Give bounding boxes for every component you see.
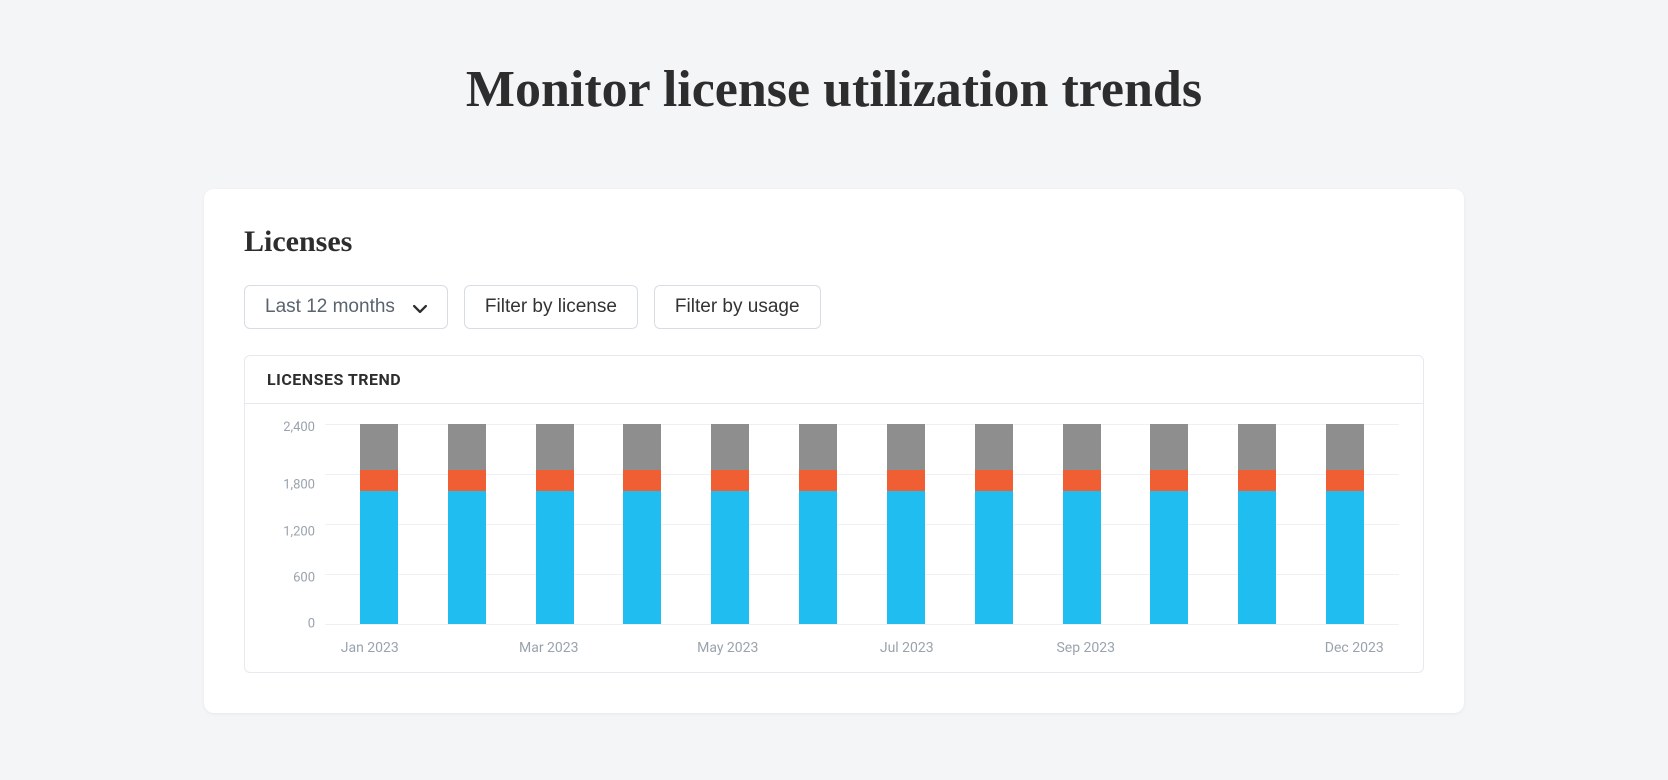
chart-panel-header: LICENSES TREND — [245, 356, 1423, 404]
y-tick-label: 0 — [308, 617, 315, 632]
bar-segment — [887, 470, 925, 491]
bar[interactable] — [1326, 424, 1364, 624]
bar[interactable] — [887, 424, 925, 624]
bar-segment — [711, 491, 749, 624]
x-tick-label: Dec 2023 — [1325, 640, 1384, 656]
bar-segment — [1326, 491, 1364, 624]
bar[interactable] — [1150, 424, 1188, 624]
y-axis: 2,4001,8001,2006000 — [269, 424, 325, 624]
page-title: Monitor license utilization trends — [0, 60, 1668, 119]
filter-by-license-label: Filter by license — [485, 296, 617, 318]
x-tick-label: Jan 2023 — [341, 640, 399, 656]
bar-segment — [360, 424, 398, 470]
bar-segment — [1238, 470, 1276, 491]
y-tick-label: 600 — [293, 570, 315, 585]
bar-segment — [1063, 470, 1101, 491]
y-tick-label: 2,400 — [283, 420, 315, 435]
bar-segment — [887, 491, 925, 624]
bar-segment — [799, 470, 837, 491]
bar-segment — [360, 491, 398, 624]
bar-segment — [975, 424, 1013, 470]
licenses-card: Licenses Last 12 months Filter by licens… — [204, 189, 1464, 713]
controls-row: Last 12 months Filter by license Filter … — [244, 285, 1424, 329]
bar[interactable] — [1238, 424, 1276, 624]
x-tick-label: Sep 2023 — [1056, 640, 1115, 656]
bar-segment — [536, 491, 574, 624]
bar-segment — [1150, 470, 1188, 491]
plot-area — [325, 424, 1399, 624]
bar-segment — [711, 470, 749, 491]
bar[interactable] — [536, 424, 574, 624]
x-tick-label: May 2023 — [697, 640, 758, 656]
card-title: Licenses — [244, 225, 1424, 259]
date-range-dropdown[interactable]: Last 12 months — [244, 285, 448, 329]
chevron-down-icon — [413, 300, 427, 314]
bar-segment — [1326, 470, 1364, 491]
date-range-label: Last 12 months — [265, 296, 395, 318]
bar[interactable] — [975, 424, 1013, 624]
filter-by-license-button[interactable]: Filter by license — [464, 285, 638, 329]
bar-segment — [975, 491, 1013, 624]
bar-segment — [799, 424, 837, 470]
filter-by-usage-button[interactable]: Filter by usage — [654, 285, 821, 329]
bar-segment — [623, 470, 661, 491]
chart-body: 2,400 1,800 1,200 600 0 Jan 2023 Mar 2023 May … — [245, 404, 1423, 672]
bar-segment — [1063, 424, 1101, 470]
bar-segment — [1063, 491, 1101, 624]
bar[interactable] — [448, 424, 486, 624]
x-tick-label: Jul 2023 — [880, 640, 934, 656]
bar-segment — [1326, 424, 1364, 470]
bar-segment — [975, 470, 1013, 491]
bar-segment — [448, 470, 486, 491]
x-tick-label: Mar 2023 — [519, 640, 579, 656]
licenses-trend-panel: LICENSES TREND 2,400 1,800 1,200 600 0 Jan 2… — [244, 355, 1424, 673]
bar[interactable] — [623, 424, 661, 624]
bar[interactable] — [360, 424, 398, 624]
bar-segment — [799, 491, 837, 624]
filter-by-usage-label: Filter by usage — [675, 296, 800, 318]
bar-segment — [448, 424, 486, 470]
gridline — [325, 624, 1399, 625]
bar[interactable] — [799, 424, 837, 624]
bar-segment — [1150, 491, 1188, 624]
bar-segment — [1238, 424, 1276, 470]
bar-segment — [536, 470, 574, 491]
bar-segment — [448, 491, 486, 624]
bar-segment — [360, 470, 398, 491]
bar-segment — [623, 491, 661, 624]
bar-segment — [536, 424, 574, 470]
bar-segment — [1238, 491, 1276, 624]
y-tick-label: 1,800 — [283, 478, 315, 493]
bar[interactable] — [711, 424, 749, 624]
bar-segment — [711, 424, 749, 470]
bar-segment — [1150, 424, 1188, 470]
bar[interactable] — [1063, 424, 1101, 624]
y-tick-label: 1,200 — [283, 524, 315, 539]
x-axis: Jan 2023 Mar 2023 May 2023 Jul 2023 Sep 2023… — [269, 640, 1399, 660]
bar-segment — [623, 424, 661, 470]
bar-segment — [887, 424, 925, 470]
